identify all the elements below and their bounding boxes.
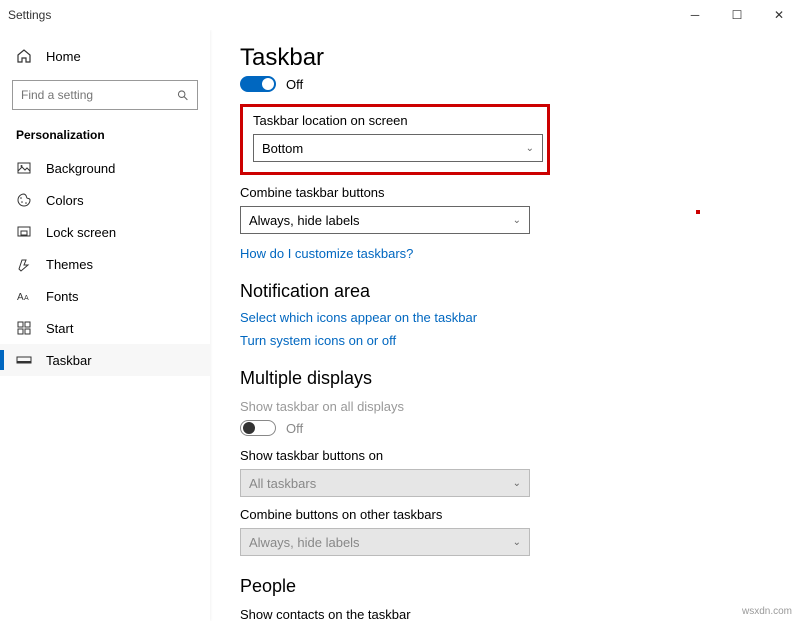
combine-value: Always, hide labels bbox=[249, 213, 360, 228]
sidebar-item-label: Themes bbox=[46, 257, 93, 272]
minimize-button[interactable]: ─ bbox=[674, 0, 716, 30]
chevron-down-icon: ⌄ bbox=[513, 215, 521, 226]
titlebar: Settings ─ ☐ ✕ bbox=[0, 0, 800, 30]
window-title: Settings bbox=[8, 8, 51, 22]
sidebar-item-background[interactable]: Background bbox=[0, 152, 210, 184]
select-icons-link[interactable]: Select which icons appear on the taskbar bbox=[240, 310, 770, 325]
sidebar-item-colors[interactable]: Colors bbox=[0, 184, 210, 216]
sidebar-item-lockscreen[interactable]: Lock screen bbox=[0, 216, 210, 248]
taskbar-icon bbox=[16, 352, 32, 368]
picture-icon bbox=[16, 160, 32, 176]
combine-label: Combine taskbar buttons bbox=[240, 185, 770, 200]
notification-heading: Notification area bbox=[240, 281, 770, 302]
top-toggle[interactable] bbox=[240, 76, 276, 92]
location-label: Taskbar location on screen bbox=[253, 113, 537, 128]
multi-heading: Multiple displays bbox=[240, 368, 770, 389]
buttons-on-label: Show taskbar buttons on bbox=[240, 448, 770, 463]
show-all-state: Off bbox=[286, 421, 303, 436]
highlighted-setting: Taskbar location on screen Bottom ⌄ bbox=[240, 104, 550, 175]
search-box[interactable] bbox=[12, 80, 198, 110]
people-heading: People bbox=[240, 576, 770, 597]
svg-text:A: A bbox=[24, 295, 29, 302]
watermark: wsxdn.com bbox=[742, 606, 792, 617]
red-dot-annotation bbox=[696, 210, 700, 214]
show-all-toggle-row: Off bbox=[240, 420, 770, 436]
sidebar-item-label: Background bbox=[46, 161, 115, 176]
sidebar-item-label: Lock screen bbox=[46, 225, 116, 240]
show-all-label: Show taskbar on all displays bbox=[240, 399, 770, 414]
chevron-down-icon: ⌄ bbox=[526, 143, 534, 154]
top-toggle-row: Off bbox=[240, 76, 770, 92]
top-toggle-label: Off bbox=[286, 77, 303, 92]
sidebar: Home Personalization Background Colors L… bbox=[0, 30, 210, 621]
sidebar-item-fonts[interactable]: AA Fonts bbox=[0, 280, 210, 312]
combine-other-label: Combine buttons on other taskbars bbox=[240, 507, 770, 522]
lockscreen-icon bbox=[16, 224, 32, 240]
combine-dropdown[interactable]: Always, hide labels ⌄ bbox=[240, 206, 530, 234]
home-label: Home bbox=[46, 49, 81, 64]
home-icon bbox=[16, 48, 32, 64]
search-icon bbox=[176, 88, 189, 102]
home-nav[interactable]: Home bbox=[0, 40, 210, 72]
palette-icon bbox=[16, 192, 32, 208]
sidebar-item-taskbar[interactable]: Taskbar bbox=[0, 344, 210, 376]
system-icons-link[interactable]: Turn system icons on or off bbox=[240, 333, 770, 348]
sidebar-item-start[interactable]: Start bbox=[0, 312, 210, 344]
customize-link[interactable]: How do I customize taskbars? bbox=[240, 246, 770, 261]
search-input[interactable] bbox=[21, 88, 176, 102]
sidebar-item-label: Colors bbox=[46, 193, 84, 208]
sidebar-item-label: Start bbox=[46, 321, 73, 336]
combine-other-dropdown: Always, hide labels ⌄ bbox=[240, 528, 530, 556]
show-all-toggle[interactable] bbox=[240, 420, 276, 436]
sidebar-item-themes[interactable]: Themes bbox=[0, 248, 210, 280]
category-label: Personalization bbox=[0, 122, 210, 152]
combine-other-value: Always, hide labels bbox=[249, 535, 360, 550]
window-controls: ─ ☐ ✕ bbox=[674, 0, 800, 30]
fonts-icon: AA bbox=[16, 288, 32, 304]
location-dropdown[interactable]: Bottom ⌄ bbox=[253, 134, 543, 162]
start-icon bbox=[16, 320, 32, 336]
close-button[interactable]: ✕ bbox=[758, 0, 800, 30]
show-contacts-label: Show contacts on the taskbar bbox=[240, 607, 770, 621]
sidebar-item-label: Taskbar bbox=[46, 353, 92, 368]
themes-icon bbox=[16, 256, 32, 272]
chevron-down-icon: ⌄ bbox=[513, 537, 521, 548]
svg-text:A: A bbox=[17, 292, 24, 303]
location-value: Bottom bbox=[262, 141, 303, 156]
page-title: Taskbar bbox=[240, 44, 770, 72]
buttons-on-value: All taskbars bbox=[249, 476, 316, 491]
sidebar-item-label: Fonts bbox=[46, 289, 79, 304]
buttons-on-dropdown: All taskbars ⌄ bbox=[240, 469, 530, 497]
main-content: Taskbar Off Taskbar location on screen B… bbox=[210, 30, 800, 621]
maximize-button[interactable]: ☐ bbox=[716, 0, 758, 30]
chevron-down-icon: ⌄ bbox=[513, 478, 521, 489]
